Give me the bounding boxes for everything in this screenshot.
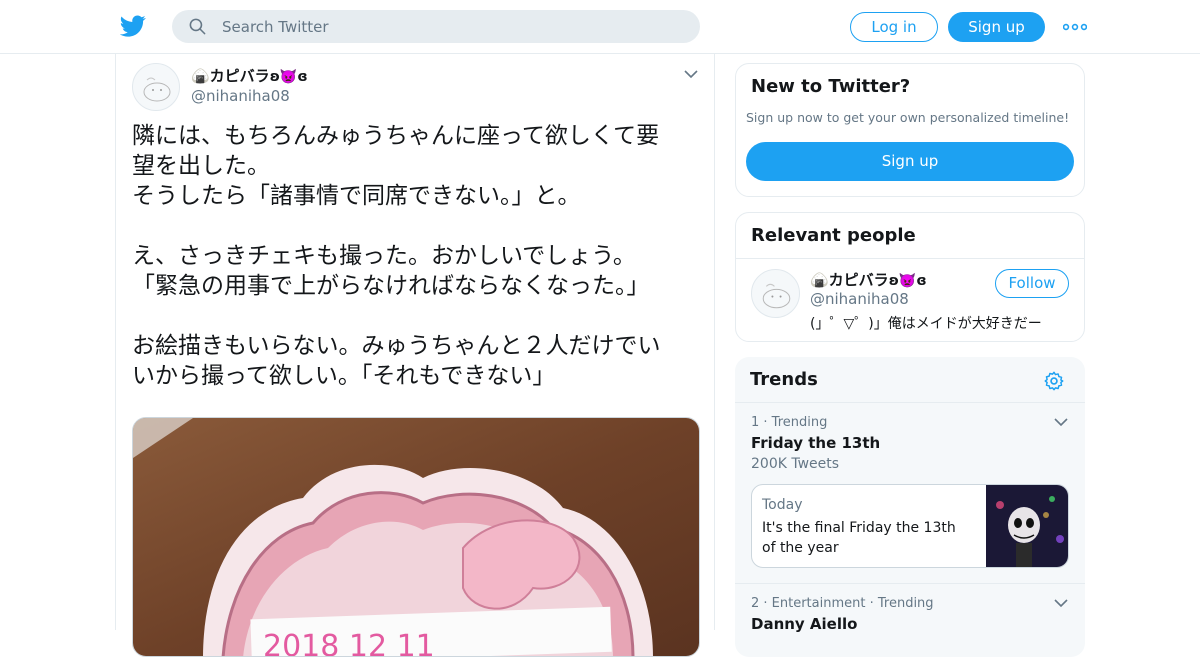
search-bar [172,10,700,43]
tweet-column: 🍙カピバラʚ👿ɞ @nihaniha08 隣には、もちろんみゅうちゃんに座って欲… [115,54,715,657]
search-input[interactable] [222,10,682,43]
gear-icon[interactable] [1043,370,1065,392]
trend-tweet-count: 200K Tweets [751,456,840,472]
user-handle[interactable]: @nihaniha08 [191,87,290,105]
divider [736,258,1084,259]
card-title: Trends [750,369,818,390]
trend-news-card[interactable]: Today It's the final Friday the 13th of … [751,484,1069,568]
follow-button[interactable]: Follow [995,269,1069,298]
chevron-down-icon[interactable] [683,68,699,80]
trend-meta: 1 · Trending [751,415,828,430]
avatar-drawing [143,77,171,102]
card-subtitle: Sign up now to get your own personalized… [746,110,1070,125]
card-title: New to Twitter? [751,76,911,97]
twitter-bird-icon[interactable] [120,13,146,39]
display-name[interactable]: 🍙カピバラʚ👿ɞ [191,65,308,86]
tweet-photo[interactable]: 2018 12 11 [132,417,700,657]
search-icon [189,18,206,35]
avatar-drawing [762,283,791,309]
svg-text:2018 12 11: 2018 12 11 [263,629,435,657]
trend-name[interactable]: Danny Aiello [751,615,857,633]
news-description: It's the final Friday the 13th of the ye… [762,520,956,556]
chevron-down-icon[interactable] [1053,597,1069,609]
person-bio: (」゜▽゜)」俺はメイドが大好きだー [810,316,1042,332]
person-name[interactable]: 🍙カピバラʚ👿ɞ [810,269,927,290]
trend-meta: 2 · Entertainment · Trending [751,596,934,611]
news-thumbnail [986,485,1068,567]
relevant-people-card: Relevant people 🍙カピバラʚ👿ɞ @nihaniha08 Fol… [735,212,1085,342]
tweet-text: 隣には、もちろんみゅうちゃんに座って欲しくて要 望を出した。 そうしたら「諸事情… [132,123,661,389]
login-button[interactable]: Log in [850,12,938,42]
more-icon[interactable] [1063,22,1087,32]
sidebar-signup-button[interactable]: Sign up [746,142,1074,181]
new-to-twitter-card: New to Twitter? Sign up now to get your … [735,63,1085,197]
trend-name[interactable]: Friday the 13th [751,434,880,452]
avatar[interactable] [132,63,180,111]
divider [735,402,1085,403]
divider [735,583,1085,584]
person-handle[interactable]: @nihaniha08 [810,290,909,308]
trends-card: Trends 1 · Trending Friday the 13th 200K… [735,357,1085,657]
chevron-down-icon[interactable] [1053,416,1069,428]
card-title: Relevant people [751,225,916,246]
signup-button[interactable]: Sign up [948,12,1045,42]
photo-graphic: 2018 12 11 [133,418,699,657]
news-time: Today [762,497,803,513]
top-bar: Log in Sign up [0,0,1200,54]
avatar[interactable] [751,269,800,318]
